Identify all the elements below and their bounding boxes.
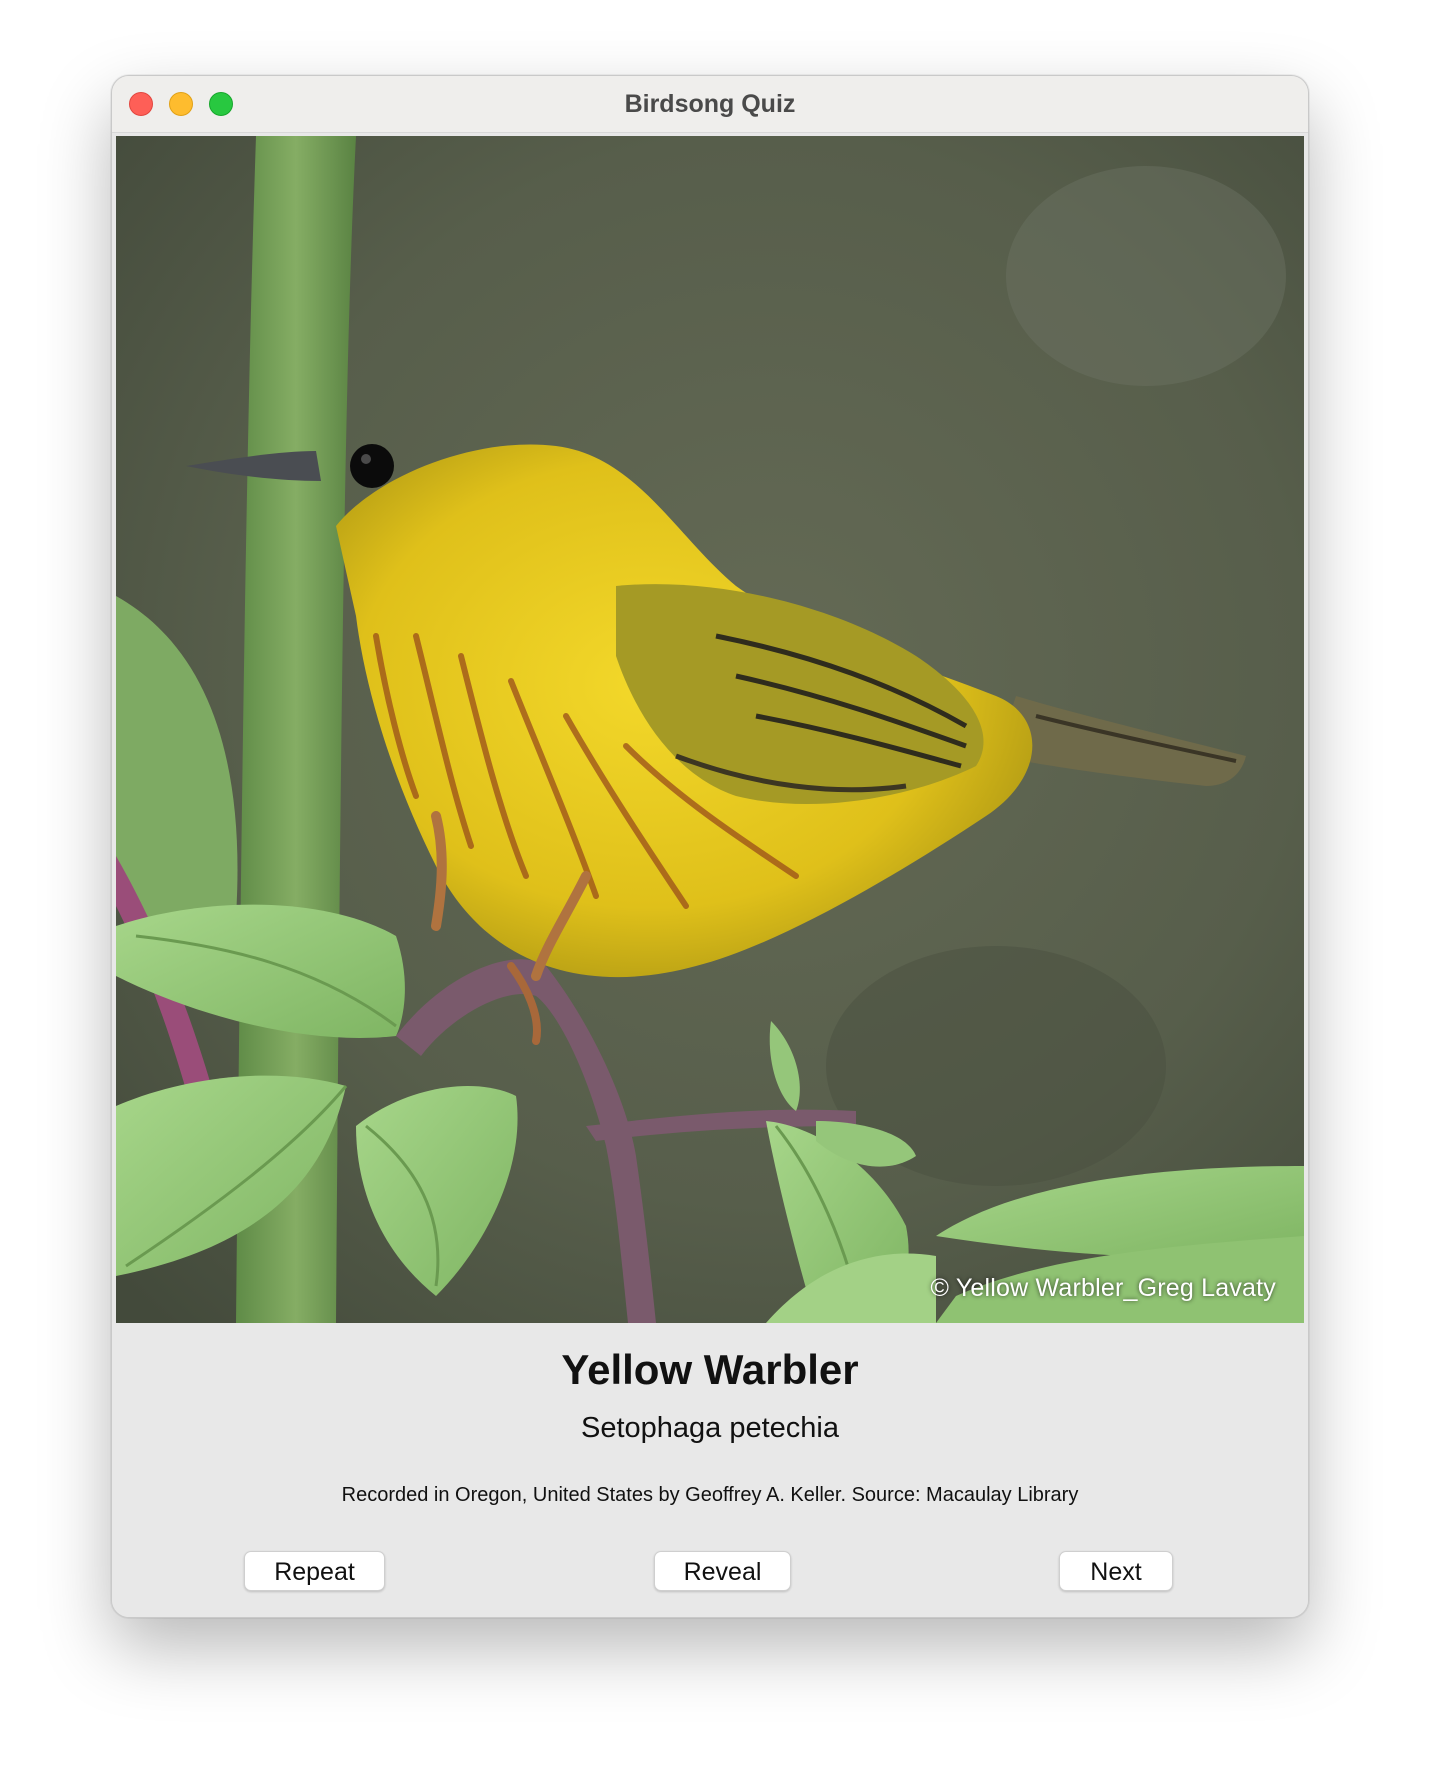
recording-attribution: Recorded in Oregon, United States by Geo… bbox=[341, 1484, 1079, 1506]
scientific-name: Setophaga petechia bbox=[581, 1412, 839, 1444]
bird-illustration bbox=[116, 136, 1304, 1323]
bird-photo: © Yellow Warbler_Greg Lavaty bbox=[116, 136, 1304, 1323]
reveal-button[interactable]: Reveal bbox=[654, 1551, 791, 1591]
next-button[interactable]: Next bbox=[1059, 1551, 1173, 1591]
window-title: Birdsong Quiz bbox=[624, 90, 796, 118]
species-info-panel: Yellow Warbler Setophaga petechia Record… bbox=[112, 1326, 1308, 1617]
app-window: Birdsong Quiz © Yellow Warbler_Greg Lava… bbox=[111, 75, 1309, 1618]
title-bar[interactable]: Birdsong Quiz bbox=[112, 76, 1308, 133]
photo-credit: © Yellow Warbler_Greg Lavaty bbox=[930, 1274, 1276, 1302]
common-name: Yellow Warbler bbox=[561, 1346, 859, 1393]
repeat-button[interactable]: Repeat bbox=[244, 1551, 385, 1591]
